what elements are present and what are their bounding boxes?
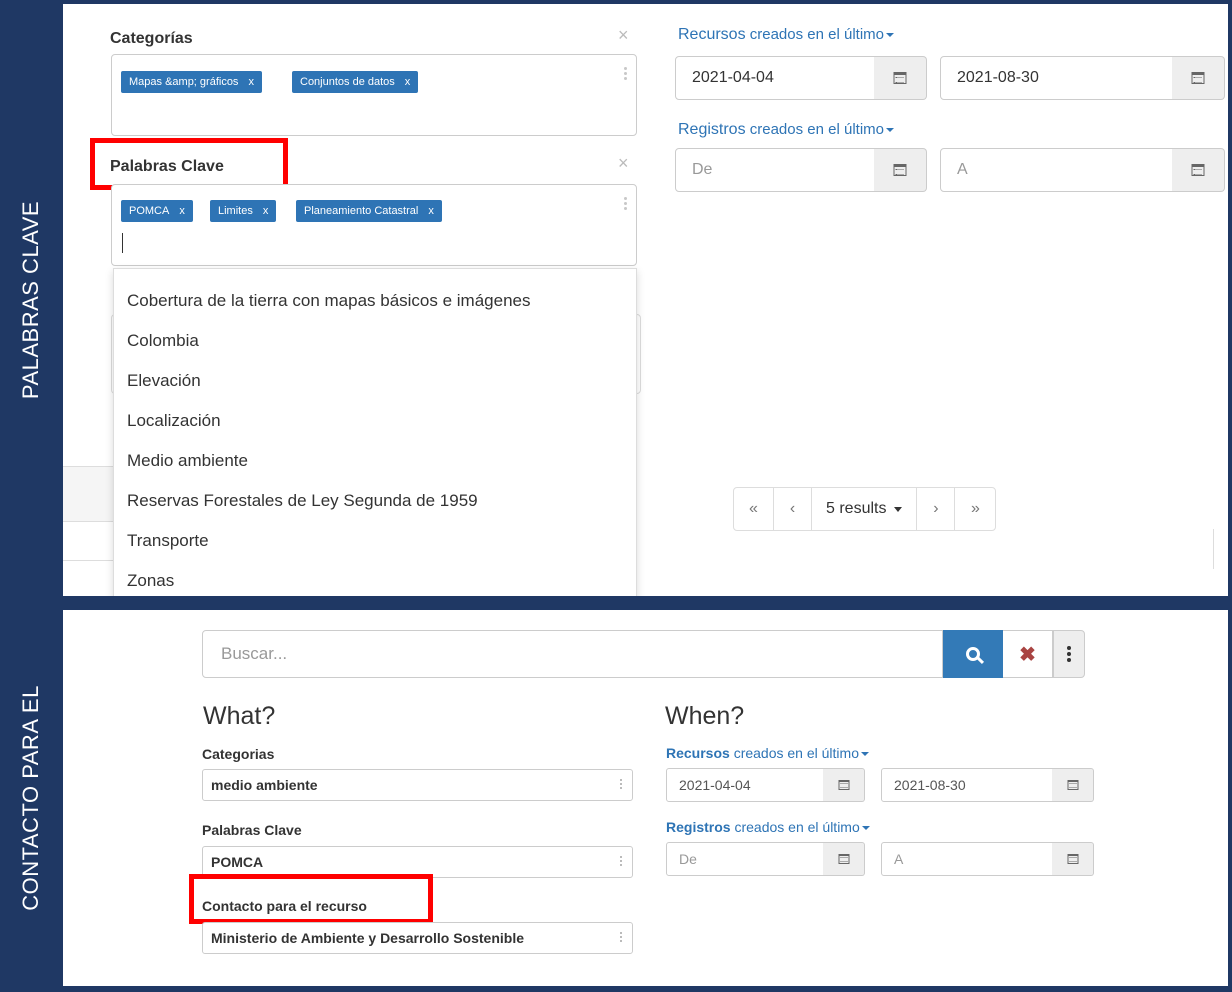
- calendar-icon: [1067, 854, 1078, 864]
- clear-search-button[interactable]: ✖: [1003, 630, 1053, 678]
- pager-results-dropdown[interactable]: 5 results: [812, 488, 918, 530]
- categorias-clear-icon[interactable]: ×: [618, 26, 629, 44]
- pager-last-button[interactable]: »: [955, 488, 995, 530]
- recursos-from-input[interactable]: 2021-04-04: [675, 56, 875, 100]
- calendar-icon: [838, 780, 849, 790]
- side-label-cell-top: PALABRAS CLAVE: [0, 4, 61, 596]
- text-caret: [122, 233, 123, 253]
- palabras-clave-value: POMCA: [211, 854, 264, 870]
- more-options-button[interactable]: [1053, 630, 1085, 678]
- screenshot-keywords-panel: Categorías × Mapas &amp; gráficos x Conju…: [63, 4, 1228, 596]
- pager-next-button[interactable]: ›: [917, 488, 956, 530]
- registros-from-input[interactable]: De: [666, 842, 824, 876]
- search-input[interactable]: Buscar...: [202, 630, 943, 678]
- tag-remove-icon[interactable]: x: [248, 76, 254, 88]
- calendar-button[interactable]: [874, 148, 927, 192]
- registros-from-input[interactable]: De: [675, 148, 875, 192]
- background-rule: [1213, 529, 1214, 569]
- tag-remove-icon[interactable]: x: [179, 205, 185, 217]
- screenshot-contact-panel: Buscar... ✖ What? When? Categorias medio…: [63, 610, 1228, 986]
- tag-categoria: Mapas &amp; gráficos x: [121, 71, 262, 93]
- highlight-box: [90, 138, 288, 190]
- calendar-icon: [893, 72, 907, 84]
- dropdown-option[interactable]: Elevación: [114, 361, 636, 401]
- recursos-to-input[interactable]: 2021-08-30: [940, 56, 1173, 100]
- dropdown-option[interactable]: Reservas Forestales de Ley Segunda de 19…: [114, 481, 636, 521]
- dropdown-option[interactable]: Localización: [114, 401, 636, 441]
- tag-remove-icon[interactable]: x: [428, 205, 434, 217]
- contacto-value: Ministerio de Ambiente y Desarrollo Sost…: [211, 930, 524, 946]
- calendar-icon: [1067, 780, 1078, 790]
- dropdown-option[interactable]: Medio ambiente: [114, 441, 636, 481]
- recursos-to-input[interactable]: 2021-08-30: [881, 768, 1053, 802]
- palabras-clear-icon[interactable]: ×: [618, 154, 629, 172]
- side-label-cell-bottom: CONTACTO PARA EL: [0, 610, 61, 986]
- caret-down-icon: [861, 826, 870, 831]
- recursos-from-input[interactable]: 2021-04-04: [666, 768, 824, 802]
- caret-down-icon: [861, 752, 869, 757]
- registros-period-dropdown[interactable]: Registros creados en el último: [666, 819, 870, 835]
- palabras-clave-label: Palabras Clave: [202, 822, 302, 838]
- caret-down-icon: [885, 32, 894, 37]
- tag-palabra: POMCA x: [121, 200, 193, 222]
- dropdown-option[interactable]: Cobertura de la tierra con mapas básicos…: [114, 281, 636, 321]
- kebab-icon: [620, 856, 622, 868]
- calendar-button[interactable]: [823, 842, 865, 876]
- contacto-select[interactable]: Ministerio de Ambiente y Desarrollo Sost…: [202, 922, 633, 954]
- categorias-multiselect[interactable]: Mapas &amp; gráficos x Conjuntos de datos…: [111, 54, 637, 136]
- calendar-button[interactable]: [823, 768, 865, 802]
- pager-first-button[interactable]: «: [734, 488, 774, 530]
- calendar-button[interactable]: [1172, 148, 1225, 192]
- tag-remove-icon[interactable]: x: [263, 205, 269, 217]
- dropdown-option[interactable]: Transporte: [114, 521, 636, 561]
- categorias-select[interactable]: medio ambiente: [202, 769, 633, 801]
- calendar-button[interactable]: [874, 56, 927, 100]
- kebab-icon: [620, 932, 622, 944]
- calendar-button[interactable]: [1172, 56, 1225, 100]
- calendar-icon: [1191, 164, 1205, 176]
- kebab-icon[interactable]: [624, 197, 627, 212]
- kebab-icon: [620, 779, 622, 791]
- search-icon: [966, 647, 980, 661]
- side-label-bottom: CONTACTO PARA EL: [17, 685, 43, 911]
- search-button[interactable]: [943, 630, 1003, 678]
- dropdown-option[interactable]: Zonas: [114, 561, 636, 596]
- tag-categoria: Conjuntos de datos x: [292, 71, 419, 93]
- calendar-icon: [1191, 72, 1205, 84]
- tag-palabra: Planeamiento Catastral x: [296, 200, 442, 222]
- recursos-period-dropdown[interactable]: Recursos creados en el último: [678, 26, 894, 44]
- palabras-clave-multiselect[interactable]: POMCA x Limites x Planeamiento Catastral x: [111, 184, 637, 266]
- what-heading: What?: [203, 702, 276, 730]
- caret-down-icon: [894, 506, 903, 512]
- side-label-top: PALABRAS CLAVE: [17, 200, 43, 400]
- tag-remove-icon[interactable]: x: [405, 76, 411, 88]
- calendar-button[interactable]: [1052, 768, 1094, 802]
- caret-down-icon: [885, 127, 894, 132]
- categorias-label: Categorias: [202, 746, 275, 762]
- keyword-suggestions-dropdown: Cobertura de la tierra con mapas básicos…: [113, 268, 637, 596]
- registros-to-input[interactable]: A: [940, 148, 1173, 192]
- close-icon: ✖: [1019, 643, 1036, 666]
- calendar-button[interactable]: [1052, 842, 1094, 876]
- contacto-label: Contacto para el recurso: [202, 898, 367, 914]
- categorias-label: Categorías: [110, 30, 193, 47]
- registros-period-dropdown[interactable]: Registros creados en el último: [678, 121, 894, 139]
- pagination: « ‹ 5 results › »: [733, 487, 997, 531]
- pager-prev-button[interactable]: ‹: [774, 488, 812, 530]
- registros-to-input[interactable]: A: [881, 842, 1053, 876]
- categorias-value: medio ambiente: [211, 777, 318, 793]
- calendar-icon: [893, 164, 907, 176]
- when-heading: When?: [665, 702, 745, 730]
- dropdown-option[interactable]: Colombia: [114, 321, 636, 361]
- tag-palabra: Limites x: [210, 200, 277, 222]
- calendar-icon: [838, 854, 849, 864]
- kebab-icon[interactable]: [624, 67, 627, 82]
- recursos-period-dropdown[interactable]: Recursos creados en el último: [666, 745, 869, 761]
